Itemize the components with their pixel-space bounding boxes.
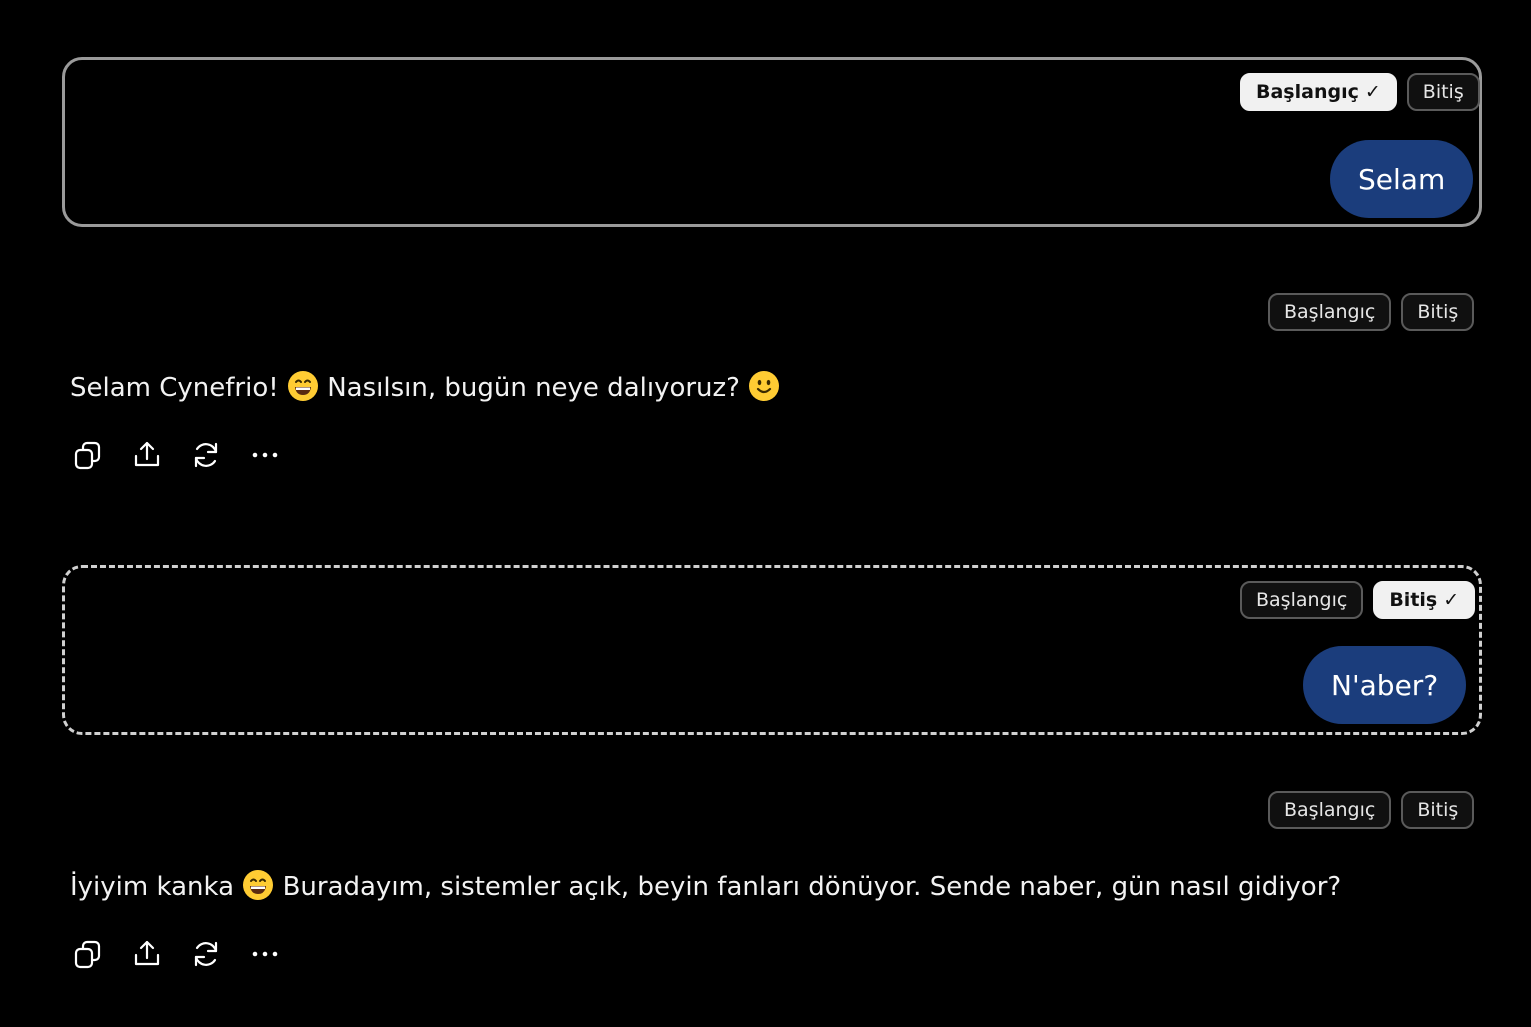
user-message-text: Selam [1358,162,1446,196]
start-marker-button[interactable]: Başlangıç [1268,791,1392,829]
share-button[interactable] [129,936,164,971]
end-marker-button[interactable]: Bitiş [1406,73,1480,111]
copy-button[interactable] [70,936,105,971]
regenerate-button[interactable] [188,936,223,971]
end-marker-button[interactable]: Bitiş [1401,791,1475,829]
more-button[interactable] [247,437,282,472]
grinning-face-emoji-icon [287,371,318,401]
more-button[interactable] [247,936,282,971]
more-icon [252,452,277,457]
marker-toggle-group: Başlangıç Bitiş ✓ [1240,581,1476,619]
start-marker-label: Başlangıç [1256,81,1359,103]
check-icon: ✓ [1443,589,1460,611]
start-marker-label: Başlangıç [1256,589,1348,611]
start-marker-button[interactable]: Başlangıç [1268,293,1392,331]
end-marker-label: Bitiş [1389,589,1438,611]
copy-icon [74,441,100,469]
message-actions [70,936,282,971]
end-marker-button[interactable]: Bitiş [1401,293,1475,331]
more-icon [252,951,277,956]
regenerate-button[interactable] [188,437,223,472]
check-icon: ✓ [1364,81,1381,103]
assistant-reply-text: Nasılsın, bugün neye dalıyoruz? [327,373,740,403]
marker-toggle-group: Başlangıç Bitiş [1268,791,1475,829]
assistant-reply-text: Buradayım, sistemler açık, beyin fanları… [282,872,1342,902]
assistant-reply: İyiyim kanka Buradayım, sistemler açık, … [70,869,1341,901]
marker-toggle-group: Başlangıç Bitiş [1268,293,1475,331]
share-icon [134,441,159,466]
assistant-reply: Selam Cynefrio! Nasılsın, bugün neye dal… [70,370,780,402]
user-message-bubble: N'aber? [1303,646,1467,724]
end-marker-label: Bitiş [1422,81,1464,103]
copy-button[interactable] [70,437,105,472]
slightly-smiling-face-emoji-icon [749,371,780,401]
assistant-reply-text: Selam Cynefrio! [70,373,279,403]
grinning-face-emoji-icon [243,870,274,900]
copy-icon [74,940,100,968]
share-button[interactable] [129,437,164,472]
marker-toggle-group: Başlangıç ✓ Bitiş [1240,73,1480,111]
assistant-reply-text: İyiyim kanka [70,872,235,902]
start-marker-button-active[interactable]: Başlangıç ✓ [1240,73,1397,111]
user-message-text: N'aber? [1331,668,1439,702]
end-marker-label: Bitiş [1417,301,1459,323]
start-marker-button[interactable]: Başlangıç [1240,581,1364,619]
user-message-bubble: Selam [1330,140,1474,218]
share-icon [134,940,159,965]
end-marker-button-active[interactable]: Bitiş ✓ [1373,581,1476,619]
end-marker-label: Bitiş [1417,799,1459,821]
regenerate-icon [194,442,217,467]
start-marker-label: Başlangıç [1284,799,1376,821]
regenerate-icon [194,941,217,966]
message-actions [70,437,282,472]
start-marker-label: Başlangıç [1284,301,1376,323]
